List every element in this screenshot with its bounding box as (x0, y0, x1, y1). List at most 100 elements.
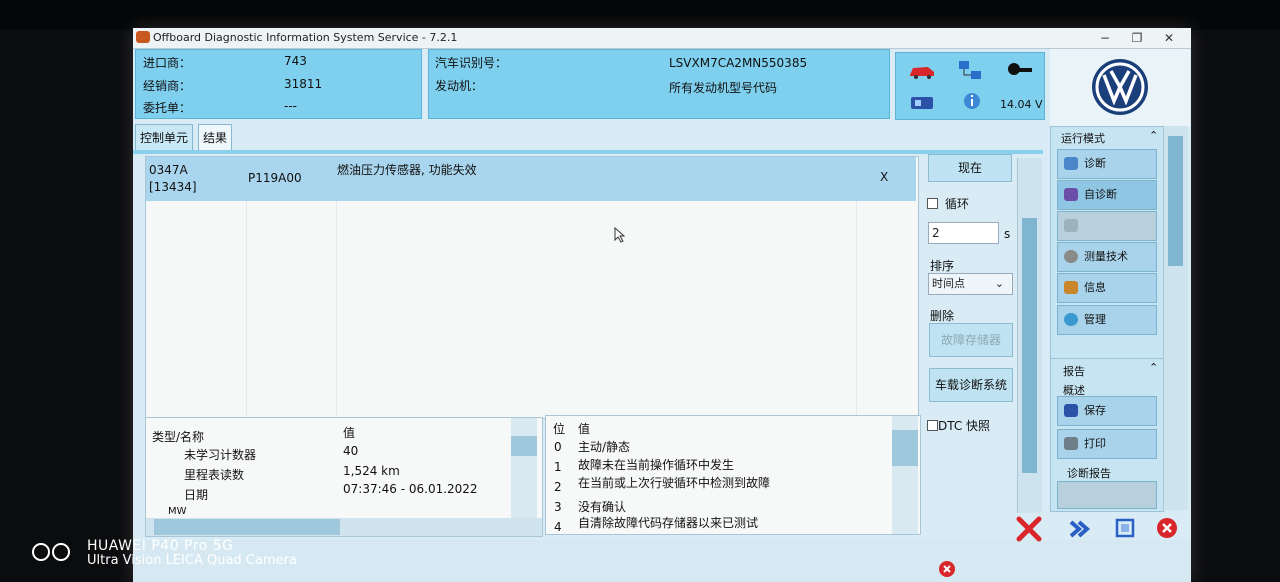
status-icons-panel: 14.04 V (895, 52, 1045, 120)
importer-label: 进口商： (143, 56, 192, 70)
camera-rings-icon (32, 543, 72, 564)
env-vscrollbar[interactable] (511, 418, 537, 518)
mode-label: 管理 (1084, 313, 1106, 326)
fault-dtc: P119A00 (248, 171, 302, 185)
chevron-down-icon: ⌄ (994, 277, 1004, 290)
status-bit: 1 (554, 460, 562, 474)
battery-voltage: 14.04 V (1000, 98, 1043, 111)
mode-disabled-button[interactable] (1057, 211, 1157, 241)
scrollbar-thumb[interactable] (1022, 218, 1037, 473)
print-report-button[interactable]: 打印 (1057, 429, 1157, 459)
tab-strip (133, 150, 1043, 154)
fault-code-number: [13434] (149, 180, 197, 194)
engine-value: 所有发动机型号代码 (669, 81, 778, 95)
mode-info-button[interactable]: 信息 (1057, 273, 1157, 303)
forward-icon[interactable] (1063, 514, 1095, 544)
seconds-unit: s (1004, 227, 1011, 241)
status-bit: 0 (554, 440, 562, 454)
mode-self-diagnosis-button[interactable]: 自诊断 (1057, 180, 1157, 210)
screenshot-icon[interactable] (1109, 514, 1141, 544)
fault-row[interactable]: 0347A [13434] P119A00 燃油压力传感器, 功能失效 X (146, 157, 916, 201)
app-logo-icon (136, 31, 150, 43)
mouse-cursor-icon (614, 227, 626, 243)
env-header-value: 值 (343, 426, 356, 440)
mode-measurement-button[interactable]: 测量技术 (1057, 242, 1157, 272)
scrollbar-thumb[interactable] (1168, 136, 1183, 266)
collapse-icon[interactable]: ⌃ (1149, 361, 1158, 374)
minimize-button[interactable]: − (1093, 30, 1117, 46)
fault-close-icon[interactable]: X (880, 170, 888, 184)
window-title: Offboard Diagnostic Information System S… (153, 31, 458, 44)
title-bar: Offboard Diagnostic Information System S… (133, 28, 1191, 49)
onboard-diagnostics-button[interactable]: 车载诊断系统 (929, 368, 1013, 402)
save-icon (1064, 404, 1078, 417)
mode-label: 信息 (1084, 281, 1106, 294)
operating-mode-header: 运行模式 (1061, 132, 1105, 145)
env-row-value: 1,524 km (343, 464, 400, 478)
status-vscrollbar[interactable] (892, 416, 918, 534)
mode-diagnosis-button[interactable]: 诊断 (1057, 149, 1157, 179)
dtc-snapshot-label: DTC 快照 (938, 419, 991, 433)
importer-value: 743 (284, 54, 307, 68)
sort-select-value: 时间点 (932, 277, 965, 290)
network-icon (959, 61, 981, 79)
admin-icon (1064, 313, 1078, 326)
watermark-line2: Ultra Vision LEICA Quad Camera (87, 553, 297, 568)
close-window-button[interactable]: ✕ (1157, 30, 1181, 46)
collapse-icon[interactable]: ⌃ (1149, 129, 1158, 142)
exit-icon[interactable] (1151, 514, 1183, 544)
fault-list: 0347A [13434] P119A00 燃油压力传感器, 功能失效 X (145, 156, 919, 419)
taskbar-close-icon[interactable] (937, 559, 959, 579)
sidebar-scrollbar[interactable] (1163, 126, 1188, 510)
interval-input[interactable]: 2 (928, 222, 999, 244)
fault-description: 燃油压力传感器, 功能失效 (337, 163, 477, 177)
hscroll-thumb[interactable] (154, 519, 340, 535)
environment-data-pane: 类型/名称 值 未学习计数器 40 里程表读数 1,524 km 日期 07:3… (145, 417, 543, 537)
mode-label: 诊断 (1084, 157, 1106, 170)
save-report-button[interactable]: 保存 (1057, 396, 1157, 426)
print-icon (1064, 437, 1078, 450)
tab-results[interactable]: 结果 (198, 124, 233, 152)
dtc-snapshot-checkbox[interactable] (927, 420, 938, 431)
delete-label: 删除 (930, 309, 955, 323)
env-row-name-partial: MW (168, 506, 187, 517)
dealer-value: 31811 (284, 77, 323, 91)
sort-label: 排序 (930, 259, 955, 273)
env-row-name: 日期 (184, 488, 209, 502)
status-value: 故障未在当前操作循环中发生 (578, 458, 735, 472)
info-book-icon (1064, 281, 1078, 294)
fault-memory-button[interactable]: 故障存储器 (929, 323, 1013, 357)
mode-admin-button[interactable]: 管理 (1057, 305, 1157, 335)
restore-button[interactable]: ❐ (1125, 30, 1149, 46)
current-button[interactable]: 现在 (928, 154, 1012, 182)
fault-address: 0347A (149, 163, 188, 177)
watermark-line1: HUAWEI P40 Pro 5G (87, 538, 234, 554)
status-bits-pane: 位 值 0 主动/静态 1 故障未在当前操作循环中发生 2 在当前或上次行驶循环… (545, 415, 921, 535)
status-header-value: 值 (578, 422, 591, 436)
monitor-bezel (0, 0, 1280, 30)
tab-control-units[interactable]: 控制单元 (135, 124, 194, 152)
status-value: 在当前或上次行驶循环中检测到故障 (578, 476, 771, 490)
status-bit: 2 (554, 480, 562, 494)
diagnostic-report-button[interactable] (1057, 481, 1157, 509)
info-icon (964, 93, 980, 109)
loop-checkbox[interactable] (927, 198, 938, 209)
report-panel: 报告 ⌃ 概述 保存 打印 诊断报告 (1050, 358, 1164, 512)
dealer-info-panel: 进口商： 743 经销商： 31811 委托单： --- (135, 49, 422, 119)
status-value: 没有确认 (578, 500, 627, 514)
vscroll-thumb[interactable] (892, 430, 918, 466)
env-hscrollbar[interactable] (146, 518, 542, 536)
vscroll-thumb[interactable] (511, 436, 537, 456)
sort-select[interactable]: 时间点 ⌄ (928, 273, 1013, 295)
cancel-x-icon[interactable] (1013, 514, 1045, 544)
vehicle-info-panel: 汽车识别号： LSVXM7CA2MN550385 发动机： 所有发动机型号代码 (428, 49, 890, 119)
vin-label: 汽车识别号： (435, 56, 508, 70)
car-icon (910, 67, 934, 79)
controls-scrollbar[interactable] (1017, 158, 1042, 513)
status-bit: 3 (554, 500, 562, 514)
measurement-icon (1064, 250, 1078, 263)
key-icon (1008, 63, 1032, 75)
vw-logo-icon (1092, 59, 1148, 115)
engine-label: 发动机： (435, 79, 484, 93)
dealer-label: 经销商： (143, 79, 192, 93)
